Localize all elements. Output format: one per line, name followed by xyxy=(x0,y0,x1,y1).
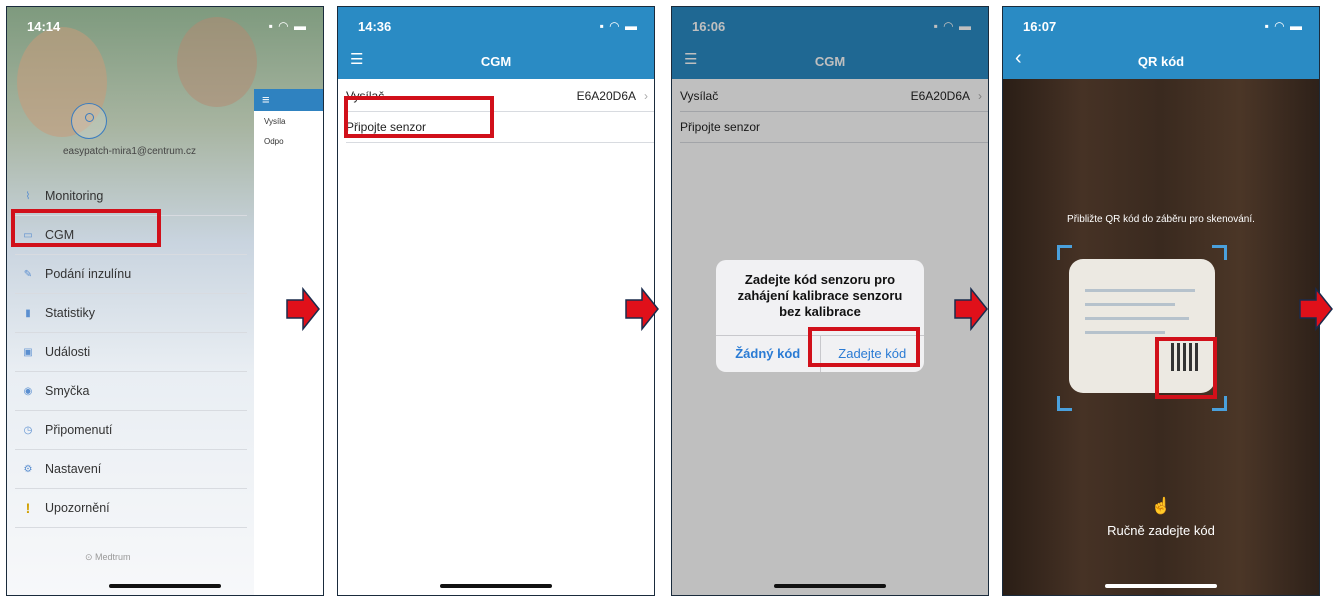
highlight-box xyxy=(11,209,161,247)
no-code-button[interactable]: Žádný kód xyxy=(716,336,821,372)
menu-item-events[interactable]: ▣ Události xyxy=(15,333,247,372)
home-indicator xyxy=(109,584,221,588)
status-time: 14:36 xyxy=(358,19,392,34)
loop-icon: ◉ xyxy=(23,385,33,397)
main-content-panel[interactable]: ≡ Vysíla Odpo xyxy=(254,89,323,595)
nav-bar: 16:07 ▪ ◠ ▬ ‹ QR kód xyxy=(1003,7,1319,79)
logo-text: Medtrum xyxy=(95,552,131,562)
next-step-arrow-icon xyxy=(625,287,659,331)
status-time: 16:07 xyxy=(1023,19,1057,34)
status-bar: 14:14 ▪ ◠ ▬ xyxy=(7,7,323,47)
menu-label: Upozornění xyxy=(45,501,110,515)
status-time: 14:14 xyxy=(27,19,61,34)
highlight-box xyxy=(1155,337,1217,399)
phone-screen-cgm: 14:36 ▪ ◠ ▬ ☰ CGM Vysílač E6A20D6A › Při… xyxy=(337,6,655,596)
menu-label: Připomenutí xyxy=(45,423,113,437)
pen-icon: ✎ xyxy=(23,268,33,280)
chevron-right-icon: › xyxy=(644,89,648,103)
brand-logo: ⊙ Medtrum xyxy=(85,552,131,562)
row-value: E6A20D6A xyxy=(576,89,636,103)
next-step-arrow-icon xyxy=(286,287,320,331)
bars-icon: ▮ xyxy=(25,307,31,319)
menu-label: Statistiky xyxy=(45,306,96,320)
home-indicator xyxy=(440,584,552,588)
phone-screen-menu: 14:14 ▪ ◠ ▬ ≡ Vysíla Odpo easypatch-mira… xyxy=(6,6,324,596)
page-title: CGM xyxy=(480,54,512,69)
manual-entry-link[interactable]: Ručně zadejte kód xyxy=(1003,523,1319,538)
panel-item: Odpo xyxy=(264,137,284,146)
phone-screen-qr: 16:07 ▪ ◠ ▬ ‹ QR kód Přibližte QR kód do… xyxy=(1002,6,1320,596)
status-bar: 16:07 ▪ ◠ ▬ xyxy=(1003,7,1319,47)
signal-icon: ▪ ◠ ▬ xyxy=(1264,19,1303,33)
next-step-arrow-icon xyxy=(954,287,988,331)
menu-label: Monitoring xyxy=(45,189,104,203)
menu-item-statistics[interactable]: ▮ Statistiky xyxy=(15,294,247,333)
hand-pointer-icon: ☝ xyxy=(1151,498,1171,515)
gear-icon: ⚙ xyxy=(23,463,33,475)
clock-icon: ◷ xyxy=(23,424,33,436)
panel-item: Vysíla xyxy=(264,117,286,126)
menu-item-alerts[interactable]: ! Upozornění xyxy=(15,489,247,528)
menu-item-settings[interactable]: ⚙ Nastavení xyxy=(15,450,247,489)
highlight-box xyxy=(808,327,920,367)
menu-item-loop[interactable]: ◉ Smyčka xyxy=(15,372,247,411)
page-title: QR kód xyxy=(1137,54,1185,69)
nav-bar: 14:36 ▪ ◠ ▬ ☰ CGM xyxy=(338,7,654,79)
next-step-arrow-icon xyxy=(1299,287,1333,331)
scan-prompt: Přibližte QR kód do záběru pro skenování… xyxy=(1067,214,1255,225)
signal-icon: ▪ ◠ ▬ xyxy=(599,19,638,33)
avatar-icon[interactable] xyxy=(71,103,107,139)
menu-label: Podání inzulínu xyxy=(45,267,132,281)
user-email: easypatch-mira1@centrum.cz xyxy=(63,146,196,157)
menu-item-reminders[interactable]: ◷ Připomenutí xyxy=(15,411,247,450)
dialog-message: Zadejte kód senzoru pro zahájení kalibra… xyxy=(737,272,903,319)
home-indicator xyxy=(774,584,886,588)
menu-label: Smyčka xyxy=(45,384,90,398)
home-indicator xyxy=(1105,584,1217,588)
chart-icon: ⌇ xyxy=(25,190,31,202)
hamburger-icon[interactable]: ≡ xyxy=(254,89,323,111)
menu-label: Události xyxy=(45,345,91,359)
exclamation-icon: ! xyxy=(25,500,31,516)
menu-label: Nastavení xyxy=(45,462,102,476)
clipboard-icon: ▣ xyxy=(23,346,33,358)
phone-screen-dialog: 16:06 ▪ ◠ ▬ ☰ CGM Vysílač E6A20D6A › Při… xyxy=(671,6,989,596)
signal-icon: ▪ ◠ ▬ xyxy=(268,19,307,33)
menu-item-insulin[interactable]: ✎ Podání inzulínu xyxy=(15,255,247,294)
highlight-box xyxy=(344,96,494,138)
status-bar: 14:36 ▪ ◠ ▬ xyxy=(338,7,654,47)
